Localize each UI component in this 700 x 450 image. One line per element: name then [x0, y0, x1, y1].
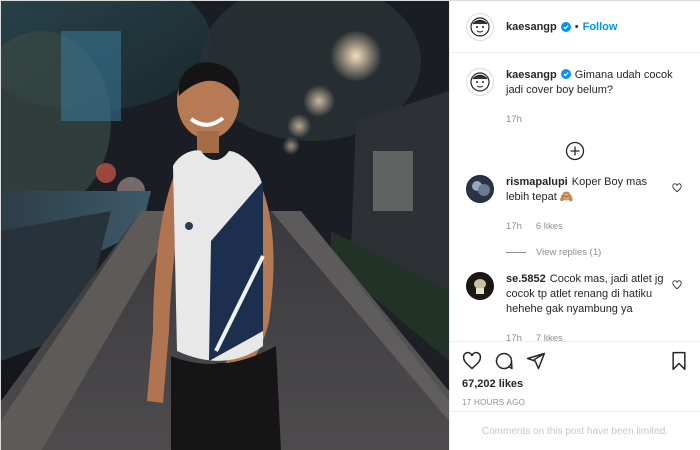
profile-photo-icon — [467, 273, 493, 299]
plus-circle-icon[interactable] — [565, 141, 585, 161]
post-header: kaesangp • Follow — [450, 1, 700, 53]
comment-like-button[interactable] — [670, 280, 684, 290]
caption-username[interactable]: kaesangp — [506, 69, 557, 81]
comment-body: se.5852 Cocok mas, jadi atlet jg cocok tp… — [506, 272, 670, 341]
heart-icon[interactable] — [672, 183, 682, 193]
caption-avatar[interactable] — [466, 68, 494, 96]
caption: kaesangp Gimana udah cocok jadi cover boy… — [466, 68, 684, 127]
verified-badge-icon — [560, 21, 571, 32]
comment-icon[interactable] — [494, 351, 514, 371]
author-username[interactable]: kaesangp — [506, 21, 557, 33]
post-timestamp[interactable]: 17 HOURS AGO — [462, 398, 688, 407]
comment-meta: 17h 6 likes — [506, 219, 670, 234]
comments-section: kaesangp Gimana udah cocok jadi cover boy… — [450, 54, 700, 341]
likes-count[interactable]: 67,202 likes — [462, 378, 688, 390]
comment-meta: 17h 7 likes — [506, 331, 670, 341]
commenter-avatar[interactable] — [466, 272, 494, 300]
post-actions: 67,202 likes 17 HOURS AGO — [450, 341, 700, 407]
follow-button[interactable]: Follow — [583, 21, 618, 33]
comment-button[interactable] — [494, 351, 514, 371]
profile-photo-icon — [467, 176, 493, 202]
post-side-panel: kaesangp • Follow kaesangp Gimana udah c… — [449, 1, 700, 450]
header-separator: • — [574, 20, 579, 33]
load-more-comments[interactable] — [466, 141, 684, 161]
commenter-avatar[interactable] — [466, 175, 494, 203]
caption-meta: 17h — [506, 112, 684, 127]
share-icon[interactable] — [526, 351, 546, 371]
verified-badge-icon — [560, 69, 571, 79]
heart-icon[interactable] — [672, 280, 682, 290]
comment-time[interactable]: 17h — [506, 219, 522, 234]
comment-likes[interactable]: 7 likes — [536, 331, 563, 341]
heart-icon[interactable] — [462, 351, 482, 371]
share-button[interactable] — [526, 351, 546, 371]
replies-line — [506, 252, 526, 253]
comment-username[interactable]: se.5852 — [506, 273, 546, 285]
view-replies-label[interactable]: View replies (1) — [536, 247, 601, 258]
bookmark-icon[interactable] — [670, 351, 688, 371]
action-icons-row — [462, 350, 688, 372]
face-sketch-icon — [470, 72, 490, 92]
instagram-post-modal: kaesangp • Follow kaesangp Gimana udah c… — [0, 0, 700, 450]
comment-likes[interactable]: 6 likes — [536, 219, 563, 234]
post-photo[interactable] — [1, 1, 449, 450]
comment-item: se.5852 Cocok mas, jadi atlet jg cocok tp… — [466, 272, 684, 341]
comment-item: rismapalupi Koper Boy mas lebih tepat 🙈 1… — [466, 175, 684, 234]
comments-limited-notice: Comments on this post have been limited. — [450, 411, 700, 450]
photo-illustration — [1, 1, 449, 450]
comment-body: rismapalupi Koper Boy mas lebih tepat 🙈 1… — [506, 175, 670, 234]
caption-body: kaesangp Gimana udah cocok jadi cover boy… — [506, 68, 684, 127]
caption-time[interactable]: 17h — [506, 112, 522, 127]
face-sketch-icon — [470, 16, 490, 37]
comment-username[interactable]: rismapalupi — [506, 176, 568, 188]
comment-time[interactable]: 17h — [506, 331, 522, 341]
like-button[interactable] — [462, 351, 482, 371]
view-replies[interactable]: View replies (1) — [506, 247, 684, 258]
save-button[interactable] — [670, 351, 688, 371]
author-avatar[interactable] — [466, 12, 494, 41]
comment-like-button[interactable] — [670, 183, 684, 193]
